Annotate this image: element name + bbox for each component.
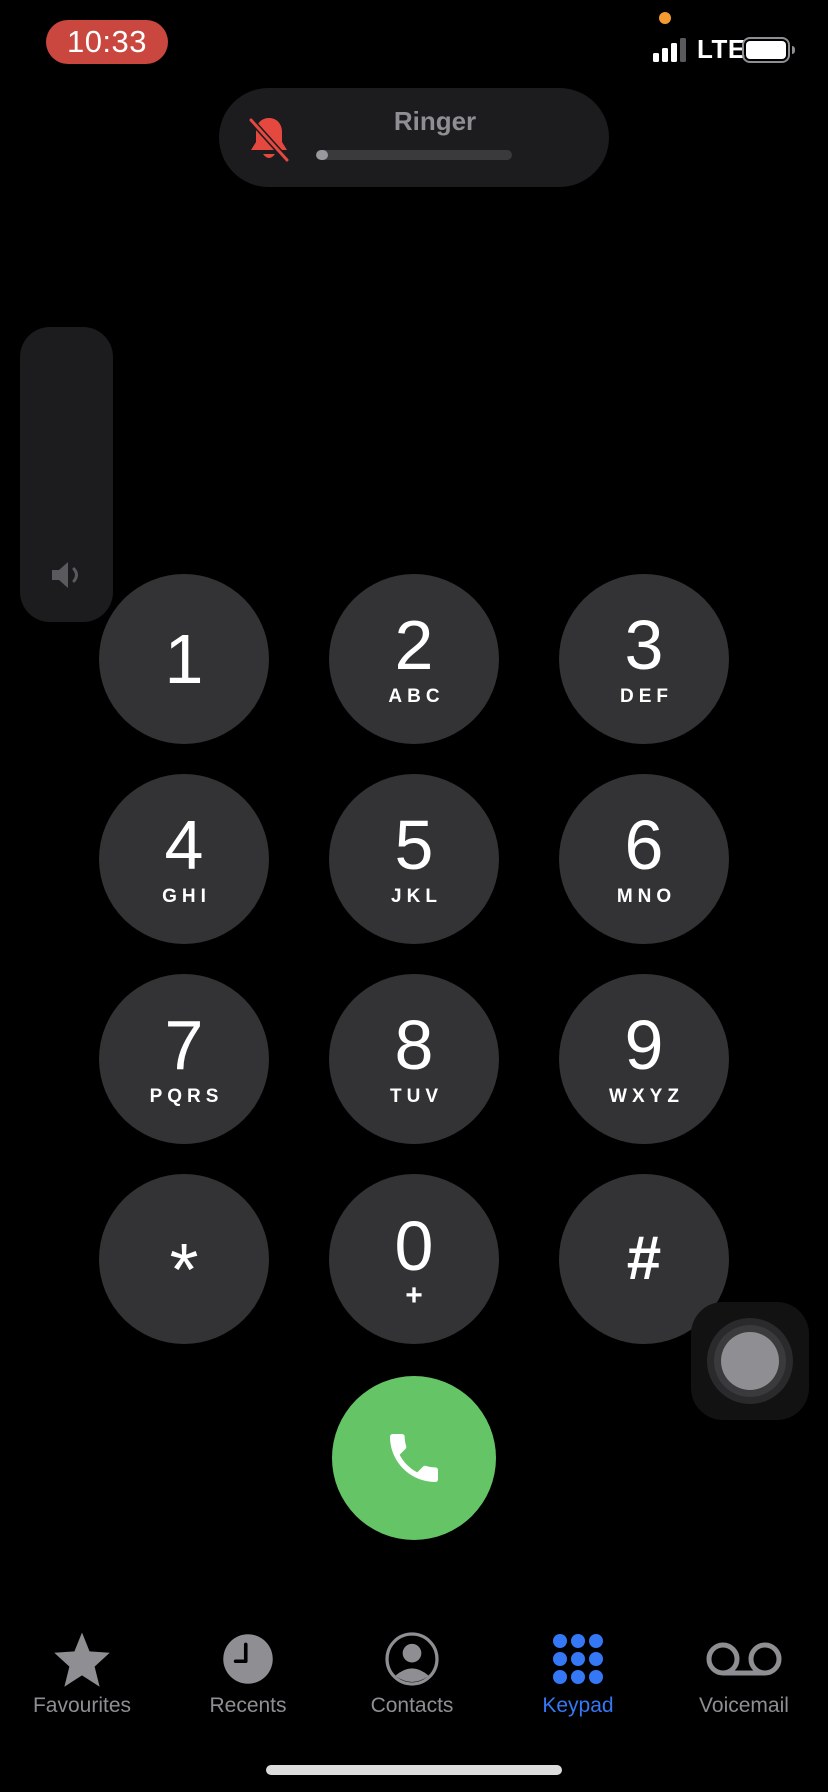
volume-hud[interactable] — [20, 327, 113, 622]
tab-recents[interactable]: Recents — [173, 1630, 323, 1730]
key-digit: * — [169, 1228, 199, 1311]
signal-strength-icon — [653, 38, 686, 62]
keypad-key-star[interactable]: * — [99, 1174, 269, 1344]
tab-voicemail[interactable]: Voicemail — [669, 1630, 819, 1730]
status-time: 10:33 — [66, 24, 148, 59]
keypad-grid-icon — [553, 1634, 603, 1684]
key-letters: PQRS — [149, 1086, 224, 1107]
key-digit: 1 — [164, 620, 204, 698]
call-button[interactable] — [332, 1376, 496, 1540]
clock-icon — [223, 1634, 273, 1684]
assistive-touch-ring — [707, 1318, 793, 1404]
tab-label: Recents — [209, 1694, 287, 1717]
ringer-label: Ringer — [393, 106, 477, 136]
keypad-key-8[interactable]: 8 TUV — [329, 974, 499, 1144]
tab-label: Favourites — [32, 1694, 132, 1717]
key-digit: 8 — [394, 1006, 434, 1084]
key-letters: GHI — [162, 886, 211, 907]
speaker-icon — [52, 562, 78, 588]
ringer-volume-track — [316, 150, 512, 160]
tab-keypad[interactable]: Keypad — [503, 1630, 653, 1730]
keypad-key-0[interactable]: 0 + — [329, 1174, 499, 1344]
bell-slash-icon — [248, 117, 290, 163]
person-circle-icon — [385, 1632, 439, 1686]
phone-icon — [390, 1434, 438, 1482]
key-letters: WXYZ — [609, 1086, 684, 1107]
key-letters: + — [405, 1279, 423, 1312]
key-digit: 6 — [624, 806, 664, 884]
key-digit: 9 — [624, 1006, 664, 1084]
network-type: LTE — [697, 34, 746, 64]
tab-favourites[interactable]: Favourites — [7, 1630, 157, 1730]
privacy-indicator-dot — [659, 12, 671, 24]
tab-label: Keypad — [542, 1694, 614, 1717]
ringer-volume-fill — [316, 150, 328, 160]
key-letters: ABC — [388, 686, 445, 707]
keypad-key-5[interactable]: 5 JKL — [329, 774, 499, 944]
key-digit: # — [626, 1224, 662, 1293]
voicemail-icon — [706, 1642, 782, 1676]
key-digit: 4 — [164, 806, 204, 884]
keypad-key-7[interactable]: 7 PQRS — [99, 974, 269, 1144]
key-digit: 3 — [624, 606, 664, 684]
key-letters: DEF — [620, 686, 673, 707]
keypad-key-6[interactable]: 6 MNO — [559, 774, 729, 944]
tab-label: Voicemail — [699, 1694, 789, 1717]
key-letters: TUV — [390, 1086, 443, 1107]
tab-contacts[interactable]: Contacts — [337, 1630, 487, 1730]
home-indicator[interactable] — [266, 1765, 562, 1775]
battery-icon — [742, 37, 795, 63]
key-letters: MNO — [616, 886, 677, 907]
assistive-touch-core — [721, 1332, 779, 1390]
assistive-touch-ring — [714, 1325, 786, 1397]
assistive-touch-button[interactable] — [691, 1302, 809, 1420]
status-time-pill[interactable]: 10:33 — [46, 20, 168, 64]
keypad-key-4[interactable]: 4 GHI — [99, 774, 269, 944]
ringer-hud: Ringer — [219, 88, 609, 187]
key-letters: JKL — [391, 886, 442, 907]
key-digit: 7 — [164, 1006, 204, 1084]
keypad-key-3[interactable]: 3 DEF — [559, 574, 729, 744]
key-digit: 2 — [394, 606, 434, 684]
star-icon — [54, 1632, 110, 1687]
keypad-key-2[interactable]: 2 ABC — [329, 574, 499, 744]
tab-label: Contacts — [370, 1694, 454, 1717]
keypad-key-1[interactable]: 1 — [99, 574, 269, 744]
key-digit: 0 — [394, 1207, 434, 1285]
keypad-key-9[interactable]: 9 WXYZ — [559, 974, 729, 1144]
key-digit: 5 — [394, 806, 434, 884]
